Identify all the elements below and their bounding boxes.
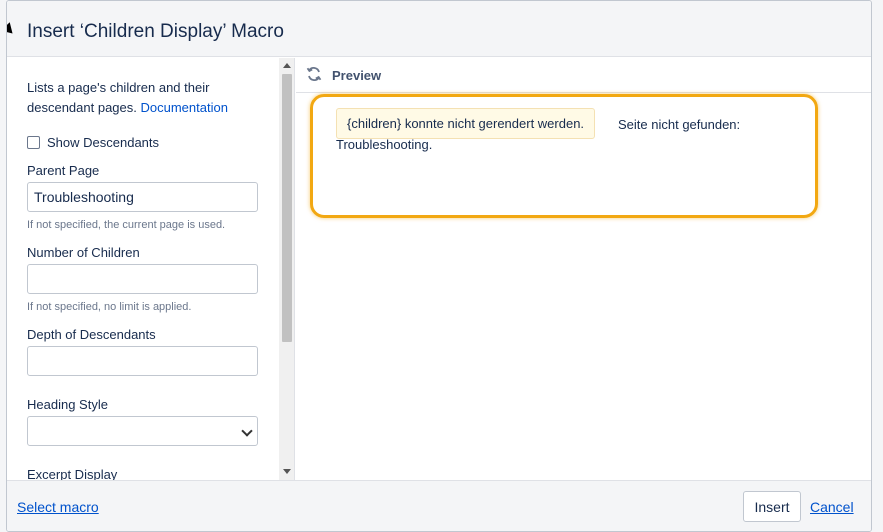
scroll-down-arrow-icon[interactable] [283, 469, 291, 474]
excerpt-display-label: Excerpt Display [27, 467, 118, 480]
macro-parameters-panel: Lists a page's children and their descen… [7, 58, 295, 480]
scrollbar-thumb[interactable] [282, 74, 292, 342]
heading-style-select[interactable] [27, 416, 258, 446]
mouse-cursor-icon [7, 22, 17, 38]
cancel-link[interactable]: Cancel [810, 499, 854, 515]
number-of-children-input[interactable] [27, 264, 258, 294]
insert-button[interactable]: Insert [743, 491, 801, 522]
depth-of-descendants-label: Depth of Descendants [27, 327, 156, 342]
page-not-found-text: Seite nicht gefunden: [618, 117, 741, 132]
preview-header: Preview [296, 58, 871, 93]
macro-dialog: Insert ‘Children Display’ Macro Lists a … [6, 0, 872, 532]
show-descendants-label: Show Descendants [47, 134, 160, 150]
number-of-children-label: Number of Children [27, 245, 140, 260]
preview-title: Preview [332, 68, 382, 83]
macro-description: Lists a page's children and their descen… [27, 78, 259, 118]
parent-page-help: If not specified, the current page is us… [27, 219, 226, 231]
chevron-down-icon [241, 425, 253, 437]
select-macro-link[interactable]: Select macro [17, 499, 99, 515]
depth-of-descendants-input[interactable] [27, 346, 258, 376]
dialog-title: Insert ‘Children Display’ Macro [27, 21, 284, 42]
parent-page-label: Parent Page [27, 163, 100, 178]
show-descendants-checkbox[interactable] [27, 135, 40, 149]
preview-panel: Preview {children} konnte nicht gerender… [296, 58, 871, 480]
dialog-header: Insert ‘Children Display’ Macro [7, 1, 871, 57]
heading-style-label: Heading Style [27, 397, 108, 412]
documentation-link[interactable]: Documentation [141, 100, 228, 115]
number-of-children-help: If not specified, no limit is applied. [27, 301, 192, 313]
render-error-box: {children} konnte nicht gerendert werden… [336, 108, 596, 139]
refresh-icon[interactable] [306, 66, 322, 82]
scroll-up-arrow-icon[interactable] [283, 63, 291, 68]
parameters-scrollbar[interactable] [279, 58, 294, 480]
show-descendants-row[interactable]: Show Descendants [27, 132, 259, 152]
dialog-footer: Select macro Insert Cancel [7, 480, 871, 531]
parent-page-input[interactable] [27, 182, 258, 212]
page-not-found-name: Troubleshooting. [336, 137, 433, 152]
